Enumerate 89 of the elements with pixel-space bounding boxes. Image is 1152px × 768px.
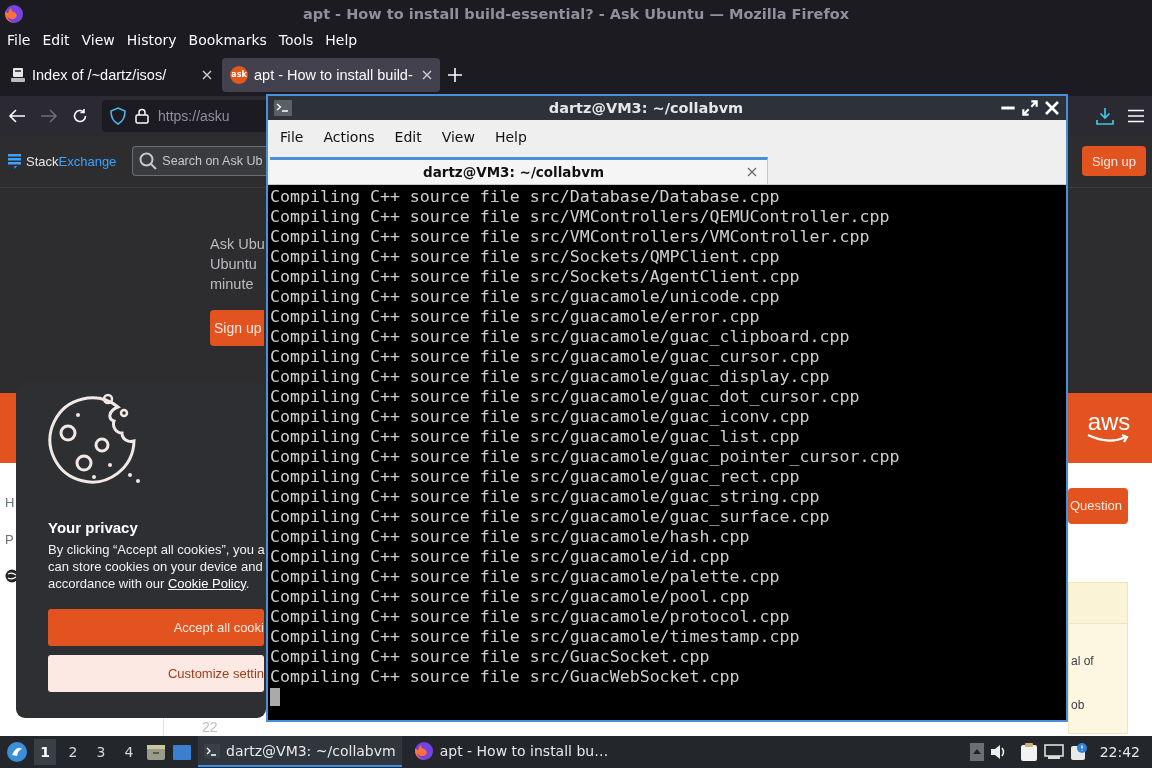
vote-count: 22: [202, 718, 218, 735]
file-manager-icon[interactable]: [146, 742, 166, 761]
site-icon: ask: [230, 65, 248, 84]
taskbar-button[interactable]: dartz@VM3: ~/collabvm: [198, 736, 402, 768]
terminal-line: Compiling C++ source file src/Database/Database.cpp: [270, 187, 781, 207]
terminal-line: Compiling C++ source file src/Sockets/AgentClient.cpp: [270, 267, 801, 287]
terminal-line: Compiling C++ source file src/guacamole/hash.cpp: [270, 527, 751, 547]
browser-tab[interactable]: Index of /~dartz/isos/: [2, 57, 220, 92]
network-icon[interactable]: [1043, 743, 1064, 760]
sidebar-link[interactable]: H: [5, 494, 15, 510]
ad-logo-text: aws: [1087, 410, 1131, 433]
menu-item[interactable]: Edit: [384, 129, 432, 145]
firefox-icon: [413, 740, 434, 761]
shield-icon[interactable]: [110, 106, 126, 125]
terminal-line: Compiling C++ source file src/guacamole/guac_pointer_cursor.cpp: [270, 447, 901, 467]
window-title: apt - How to install build-essential? - Ask Ubuntu — Mozilla Firefox: [301, 5, 850, 22]
notification-icon[interactable]: [1069, 742, 1088, 761]
terminal-line: Compiling C++ source file src/guacamole/guac_cursor.cpp: [270, 347, 821, 367]
back-icon[interactable]: [8, 107, 26, 124]
firefox-icon: [4, 3, 24, 24]
terminal-line: Compiling C++ source file src/guacamole/unicode.cpp: [270, 287, 781, 307]
maximize-icon[interactable]: [1022, 100, 1038, 116]
workspace-button[interactable]: 1: [34, 738, 56, 765]
lock-icon[interactable]: [135, 107, 149, 124]
address-bar[interactable]: https://asku: [102, 99, 266, 132]
menu-item[interactable]: View: [78, 32, 118, 49]
terminal-line: Compiling C++ source file src/GuacSocket.cpp: [270, 647, 711, 667]
menu-item[interactable]: Edit: [39, 32, 73, 49]
start-menu-icon[interactable]: [6, 740, 28, 763]
desktop-icon[interactable]: [172, 742, 192, 761]
workspace-button[interactable]: 3: [90, 738, 112, 765]
taskbar-button[interactable]: apt - How to install bu…: [407, 736, 615, 768]
menu-item[interactable]: Help: [484, 129, 537, 145]
smile-arrow-icon: [1086, 432, 1132, 445]
menu-item[interactable]: View: [431, 129, 485, 145]
reload-icon[interactable]: [72, 107, 88, 124]
terminal-line: Compiling C++ source file src/Sockets/QMPClient.cpp: [270, 247, 781, 267]
search-icon: [139, 152, 158, 171]
terminal-line: Compiling C++ source file src/guacamole/timestamp.cpp: [270, 627, 801, 647]
menu-icon[interactable]: [1128, 108, 1144, 123]
download-icon[interactable]: [1096, 106, 1114, 125]
terminal-line: Compiling C++ source file src/guacamole/error.cpp: [270, 307, 761, 327]
terminal-icon: [204, 743, 220, 758]
stack-icon: [8, 153, 21, 169]
sidebar-text: al of: [1070, 653, 1095, 668]
hero-text: minute: [210, 274, 254, 294]
clipboard-icon[interactable]: [1019, 741, 1038, 762]
terminal-line: Compiling C++ source file src/guacamole/guac_rect.cpp: [270, 467, 801, 487]
terminal-line: Compiling C++ source file src/guacamole/id.cpp: [270, 547, 731, 567]
terminal-line: Compiling C++ source file src/guacamole/guac_list.cpp: [270, 427, 801, 447]
clock: 22:42: [1099, 743, 1140, 760]
terminal-line: Compiling C++ source file src/guacamole/guac_iconv.cpp: [270, 407, 811, 427]
sidebar-link[interactable]: P: [5, 531, 14, 547]
terminal-icon: [274, 100, 292, 116]
terminal-line: Compiling C++ source file src/VMControllers/VMController.cpp: [270, 227, 871, 247]
terminal-line: Compiling C++ source file src/guacamole/palette.cpp: [270, 567, 781, 587]
menu-item[interactable]: Help: [322, 32, 361, 49]
site-logo[interactable]: StackExchange: [8, 153, 117, 169]
menu-item[interactable]: History: [123, 32, 180, 49]
terminal-line: Compiling C++ source file src/guacamole/guac_surface.cpp: [270, 507, 831, 527]
terminal-line: Compiling C++ source file src/guacamole/protocol.cpp: [270, 607, 791, 627]
menu-item[interactable]: File: [4, 32, 34, 49]
text-cursor: [270, 688, 280, 706]
terminal-line: Compiling C++ source file src/VMControllers/QEMUController.cpp: [270, 207, 891, 227]
new-tab-icon[interactable]: [448, 67, 462, 82]
search-field[interactable]: Search on Ask Ub: [132, 146, 267, 177]
privacy-text: By clicking “Accept all cookies”, you a can store cookies on your device and accordance with our Cookie Policy.: [48, 540, 266, 592]
terminal-line: Compiling C++ source file src/guacamole/guac_dot_cursor.cpp: [270, 387, 861, 407]
server-icon: [10, 66, 26, 83]
terminal-line: Compiling C++ source file src/guacamole/guac_display.cpp: [270, 367, 831, 387]
workspace-button[interactable]: 4: [118, 738, 140, 765]
sidebar-text: ob: [1070, 697, 1086, 712]
menu-item[interactable]: Tools: [275, 32, 317, 49]
menu-item[interactable]: File: [270, 129, 314, 145]
hero-text: Ask Ubu: [210, 234, 265, 254]
customize-settings-button[interactable]: Customize settin: [48, 654, 264, 692]
hero-text: Ubuntu: [210, 254, 257, 274]
terminal-line: Compiling C++ source file src/guacamole/guac_clipboard.cpp: [270, 327, 851, 347]
browser-tab[interactable]: ask apt - How to install build-: [222, 57, 440, 92]
terminal-tab[interactable]: dartz@VM3: ~/collabvm: [270, 157, 768, 184]
dialog-title: Your privacy: [48, 518, 139, 536]
workspace-button[interactable]: 2: [62, 738, 84, 765]
window-title: dartz@VM3: ~/collabvm: [547, 100, 745, 116]
cookie-policy-link[interactable]: Cookie Policy: [167, 575, 246, 591]
menu-item[interactable]: Actions: [313, 129, 385, 145]
menu-item[interactable]: Bookmarks: [185, 32, 270, 49]
terminal-line: Compiling C++ source file src/guacamole/pool.cpp: [270, 587, 751, 607]
terminal-line: Compiling C++ source file src/GuacWebSocket.cpp: [270, 667, 741, 687]
terminal-line: Compiling C++ source file src/guacamole/guac_string.cpp: [270, 487, 821, 507]
